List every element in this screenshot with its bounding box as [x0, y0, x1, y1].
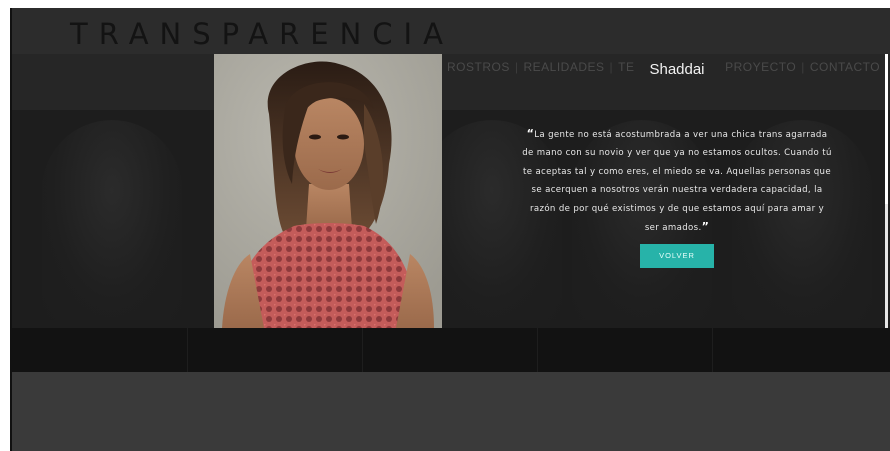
modal-title: Shaddai — [649, 61, 705, 78]
background-portrait — [42, 120, 182, 320]
nav-item-realidades[interactable]: REALIDADES — [523, 60, 604, 74]
nav-item-rostros[interactable]: ROSTROS — [447, 60, 510, 74]
window-frame-line — [10, 8, 12, 451]
thumbnail[interactable] — [187, 328, 363, 372]
volver-button[interactable]: VOLVER — [640, 244, 714, 268]
quote-close-mark: ” — [701, 220, 710, 234]
site-header: TRANSPARENCIA — [12, 8, 890, 54]
thumbnail[interactable] — [12, 328, 188, 372]
testimonial-text: La gente no está acostumbrada a ver una … — [522, 130, 832, 234]
thumbnail[interactable] — [362, 328, 538, 372]
thumbnail[interactable] — [712, 328, 890, 372]
page-footer — [12, 372, 890, 451]
modal-scrollbar-thumb[interactable] — [885, 54, 888, 204]
portrait-photo-icon — [214, 54, 442, 328]
window-frame-top — [0, 0, 890, 8]
testimonial-quote: “La gente no está acostumbrada a ver una… — [522, 125, 832, 237]
nav-item-proyecto[interactable]: PROYECTO — [725, 60, 796, 74]
site-logo[interactable]: TRANSPARENCIA — [70, 20, 454, 49]
nav-separator: | — [609, 60, 614, 74]
nav-item-te[interactable]: TE — [618, 60, 634, 74]
thumbnail[interactable] — [537, 328, 713, 372]
page: TRANSPARENCIA ROSTROS | REALIDADES | TE | PROY… — [0, 0, 890, 451]
nav-separator: | — [514, 60, 519, 74]
portrait-photo — [214, 54, 442, 328]
nav-separator: | — [801, 60, 805, 74]
gallery-thumbnail-strip — [12, 328, 890, 372]
nav-item-contacto[interactable]: CONTACTO — [810, 60, 880, 74]
